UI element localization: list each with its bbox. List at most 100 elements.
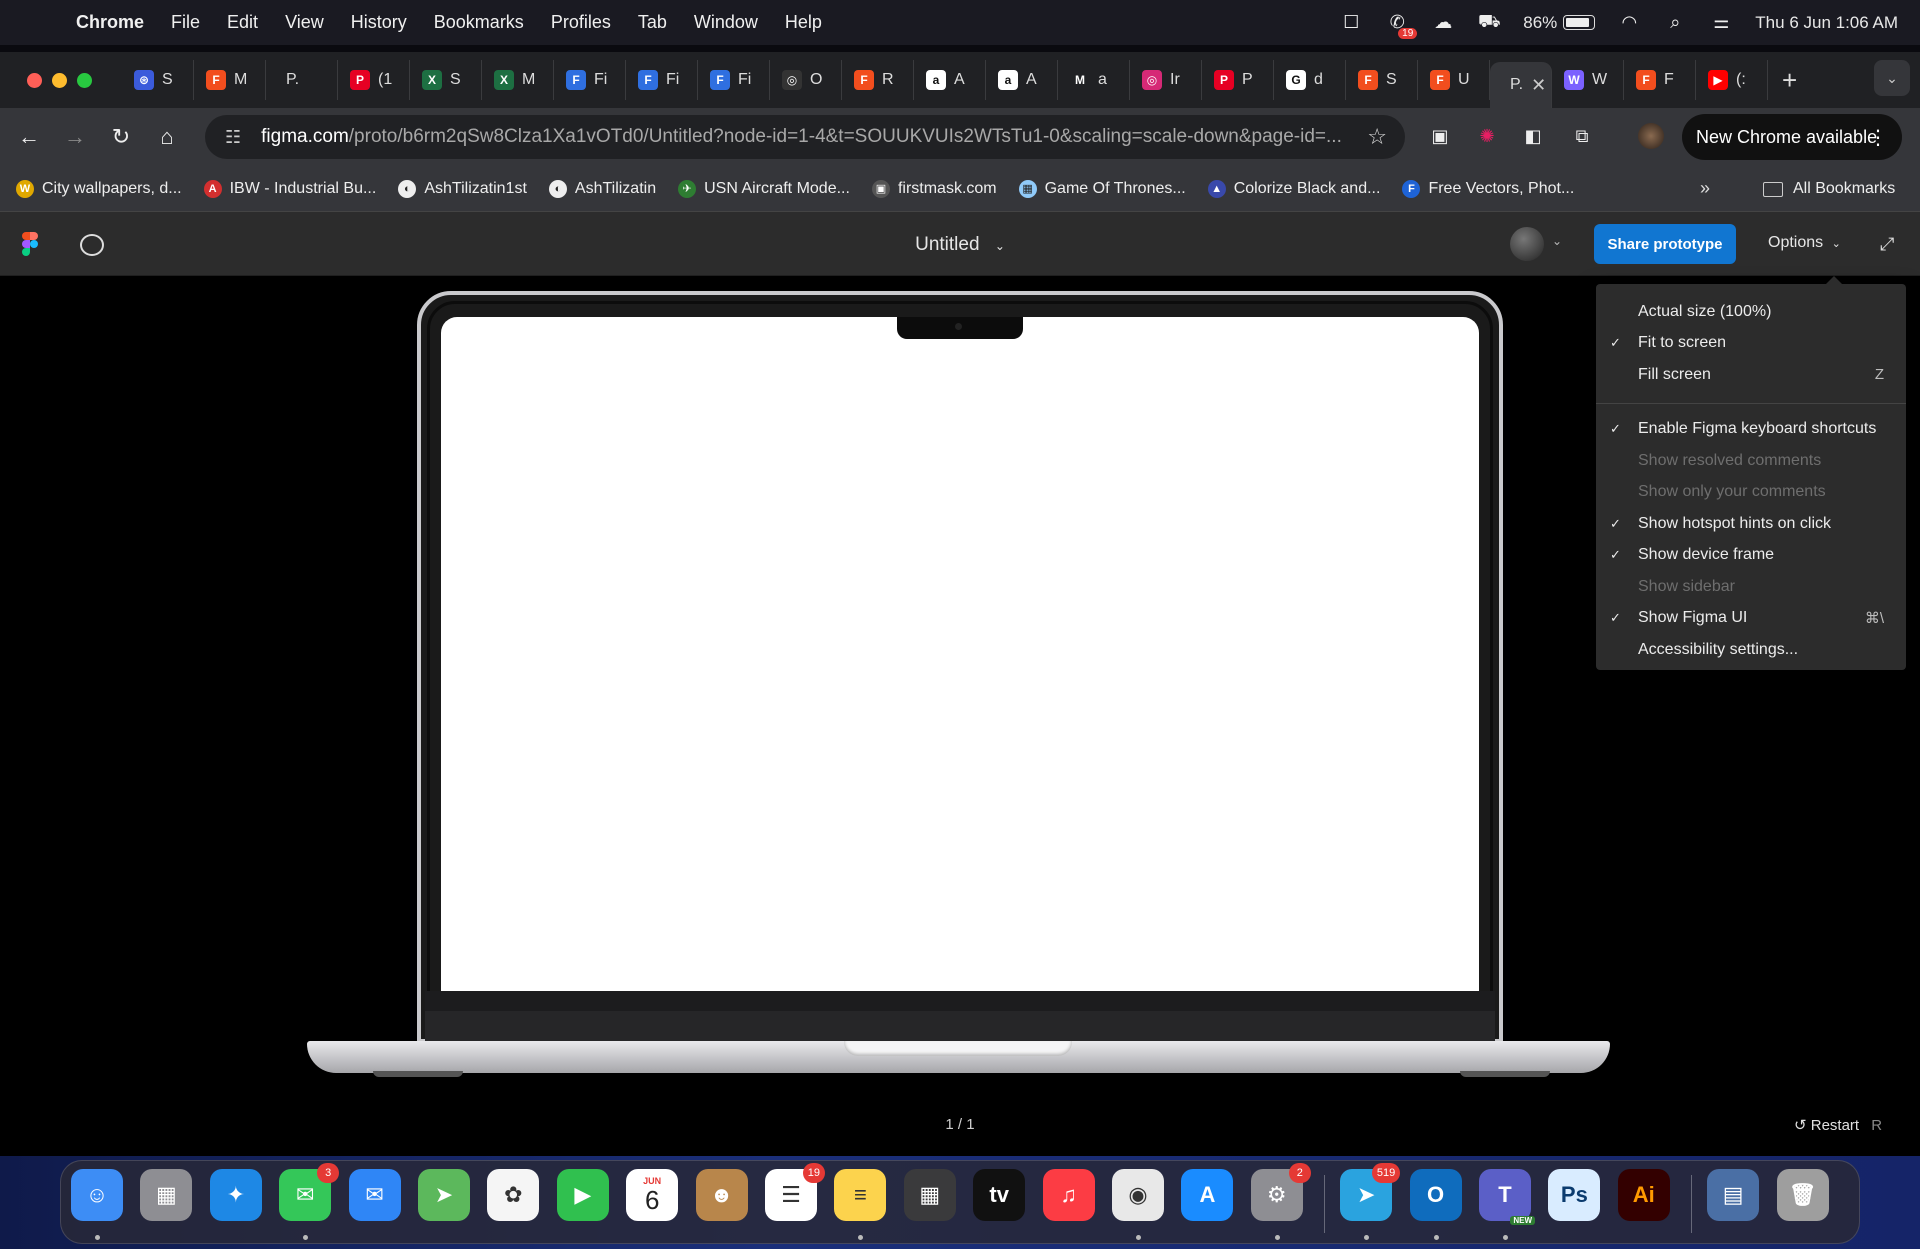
wifi-icon[interactable]: ◠ <box>1617 12 1641 33</box>
profile-avatar[interactable] <box>1638 123 1664 149</box>
teams-icon[interactable]: T NEW <box>1479 1169 1535 1225</box>
browser-tab[interactable]: XS <box>410 60 482 100</box>
browser-tab[interactable]: FF <box>1624 60 1696 100</box>
music-icon[interactable]: ♫ <box>1042 1169 1095 1221</box>
telegram-icon[interactable]: ➤ 519 <box>1340 1163 1401 1221</box>
car-status-icon[interactable]: ⛟ <box>1477 11 1501 33</box>
options-menu-item[interactable]: Accessibility settings... <box>1596 634 1906 666</box>
facetime-icon[interactable]: ▶ <box>556 1169 609 1221</box>
reminders-icon[interactable]: ☰ 19 <box>765 1163 825 1221</box>
minimize-window-button[interactable] <box>52 72 67 88</box>
menu-tab[interactable]: Tab <box>638 12 667 33</box>
browser-tab[interactable]: P. ✕ <box>1490 62 1552 108</box>
screen-capture-extension-icon[interactable]: ▣ <box>1427 123 1453 149</box>
extensions-puzzle-icon[interactable]: ⧉ <box>1569 123 1595 149</box>
browser-tab[interactable]: ◎ Ir <box>1130 60 1202 100</box>
contacts-icon[interactable]: ☻ <box>695 1169 748 1221</box>
menu-window[interactable]: Window <box>694 12 758 33</box>
home-button[interactable]: ⌂ <box>144 124 190 150</box>
browser-tab[interactable]: FS <box>1346 60 1418 100</box>
spotlight-search-icon[interactable]: ⌕ <box>1663 12 1687 33</box>
options-menu-item[interactable]: ✓ Show device frame <box>1596 540 1906 572</box>
control-center-icon[interactable]: ⚌ <box>1709 12 1733 33</box>
messages-icon[interactable]: ✉ 3 <box>279 1163 340 1221</box>
finder-icon[interactable]: ☺ <box>71 1169 123 1221</box>
menu-app-name[interactable]: Chrome <box>76 12 144 33</box>
reload-button[interactable]: ↻ <box>98 124 144 150</box>
browser-tab[interactable]: F Fi <box>698 60 770 100</box>
bookmark-item[interactable]: W City wallpapers, d... <box>16 179 182 198</box>
browser-tab[interactable]: P. <box>266 60 338 100</box>
address-bar[interactable]: ☷ figma.com/proto/b6rm2qSw8Clza1Xa1vOTd0… <box>205 115 1405 159</box>
new-tab-button[interactable]: + <box>1782 65 1797 96</box>
user-avatar[interactable] <box>1510 227 1544 261</box>
battery-indicator[interactable]: 86% <box>1523 13 1596 33</box>
menu-profiles[interactable]: Profiles <box>551 12 611 33</box>
outlook-icon[interactable]: O <box>1409 1169 1462 1221</box>
menu-history[interactable]: History <box>351 12 407 33</box>
prototype-screen[interactable] <box>441 317 1479 991</box>
tab-search-button[interactable]: ⌄ <box>1874 60 1910 96</box>
browser-tab[interactable]: PP <box>1202 60 1274 100</box>
bookmark-star-icon[interactable]: ☆ <box>1367 124 1387 150</box>
outlook-status-icon[interactable]: ☐ <box>1339 12 1363 33</box>
restart-button[interactable]: ↺ Restart R <box>1794 1116 1882 1134</box>
bookmark-item[interactable]: ▲ Colorize Black and... <box>1207 179 1380 198</box>
browser-tab[interactable]: F Fi <box>554 60 626 100</box>
bookmark-item[interactable]: A IBW - Industrial Bu... <box>203 179 376 198</box>
more-bookmarks-chevron-icon[interactable]: » <box>1700 178 1710 199</box>
close-window-button[interactable] <box>27 72 42 88</box>
browser-tab[interactable]: ⊛ S <box>122 60 194 100</box>
photoshop-icon[interactable]: Ps <box>1548 1169 1601 1221</box>
file-title[interactable]: Untitled ⌄ <box>915 234 1005 255</box>
browser-tab[interactable]: aA <box>914 60 986 100</box>
bookmark-item[interactable]: ◐ AshTilizatin <box>548 179 656 198</box>
bookmark-item[interactable]: ✈ USN Aircraft Mode... <box>678 179 850 198</box>
options-menu-item[interactable]: ✓ Fit to screen <box>1596 328 1906 360</box>
calculator-icon[interactable]: ▦ <box>903 1169 956 1221</box>
chrome-menu-icon[interactable]: ⋮ <box>1868 125 1888 150</box>
maps-icon[interactable]: ➤ <box>418 1169 470 1221</box>
menu-edit[interactable]: Edit <box>227 12 258 33</box>
back-button[interactable]: ← <box>6 124 52 150</box>
browser-tab[interactable]: ◎ O <box>770 60 842 100</box>
menu-view[interactable]: View <box>285 12 324 33</box>
all-bookmarks-button[interactable]: All Bookmarks <box>1763 166 1895 212</box>
menu-file[interactable]: File <box>171 12 200 33</box>
browser-tab[interactable]: P (1 <box>338 60 410 100</box>
menu-bookmarks[interactable]: Bookmarks <box>434 12 524 33</box>
options-button[interactable]: Options ⌄ <box>1768 234 1841 252</box>
system-settings-icon[interactable]: ⚙ 2 <box>1250 1163 1311 1221</box>
browser-tab[interactable]: Gd <box>1274 60 1346 100</box>
options-menu-item[interactable]: Actual size (100%) <box>1596 296 1906 328</box>
apple-tv-icon[interactable]: tv <box>973 1169 1026 1221</box>
browser-tab[interactable]: XM <box>482 60 554 100</box>
options-menu-item[interactable]: ✓ Show Figma UI ⌘\ <box>1596 603 1906 635</box>
bookmark-item[interactable]: F Free Vectors, Phot... <box>1402 179 1574 198</box>
figma-extension-icon[interactable]: ◧ <box>1520 123 1546 149</box>
browser-tab[interactable]: FM <box>194 60 266 100</box>
options-menu-item[interactable]: ✓ Enable Figma keyboard shortcuts <box>1596 414 1906 446</box>
downloads-stack-icon[interactable]: ▤ <box>1707 1169 1760 1221</box>
trash-icon[interactable]: 🗑 <box>1776 1169 1829 1221</box>
comment-icon[interactable] <box>80 234 104 256</box>
calendar-icon[interactable]: JUN 6 <box>626 1169 679 1221</box>
photos-icon[interactable]: ✿ <box>487 1169 540 1221</box>
browser-tab[interactable]: Ma <box>1058 60 1130 100</box>
chrome-icon[interactable]: ◉ <box>1112 1169 1164 1221</box>
site-settings-icon[interactable]: ☷ <box>225 127 241 148</box>
new-chrome-available-button[interactable]: New Chrome available ⋮ <box>1682 114 1902 160</box>
notes-icon[interactable]: ≡ <box>834 1169 887 1221</box>
browser-tab[interactable]: WW <box>1552 60 1624 100</box>
safari-icon[interactable]: ✦ <box>209 1169 262 1221</box>
mail-icon[interactable]: ✉ <box>348 1169 401 1221</box>
menu-clock[interactable]: Thu 6 Jun 1:06 AM <box>1755 13 1898 33</box>
app-store-icon[interactable]: A <box>1181 1169 1234 1221</box>
menu-help[interactable]: Help <box>785 12 822 33</box>
color-picker-extension-icon[interactable]: ✺ <box>1474 123 1500 149</box>
avatar-chevron-down-icon[interactable]: ⌄ <box>1552 234 1562 248</box>
bookmark-item[interactable]: ▦ Game Of Thrones... <box>1018 179 1186 198</box>
bookmark-item[interactable]: ▣ firstmask.com <box>871 179 997 198</box>
browser-tab[interactable]: aA <box>986 60 1058 100</box>
forward-button[interactable]: → <box>52 124 98 150</box>
